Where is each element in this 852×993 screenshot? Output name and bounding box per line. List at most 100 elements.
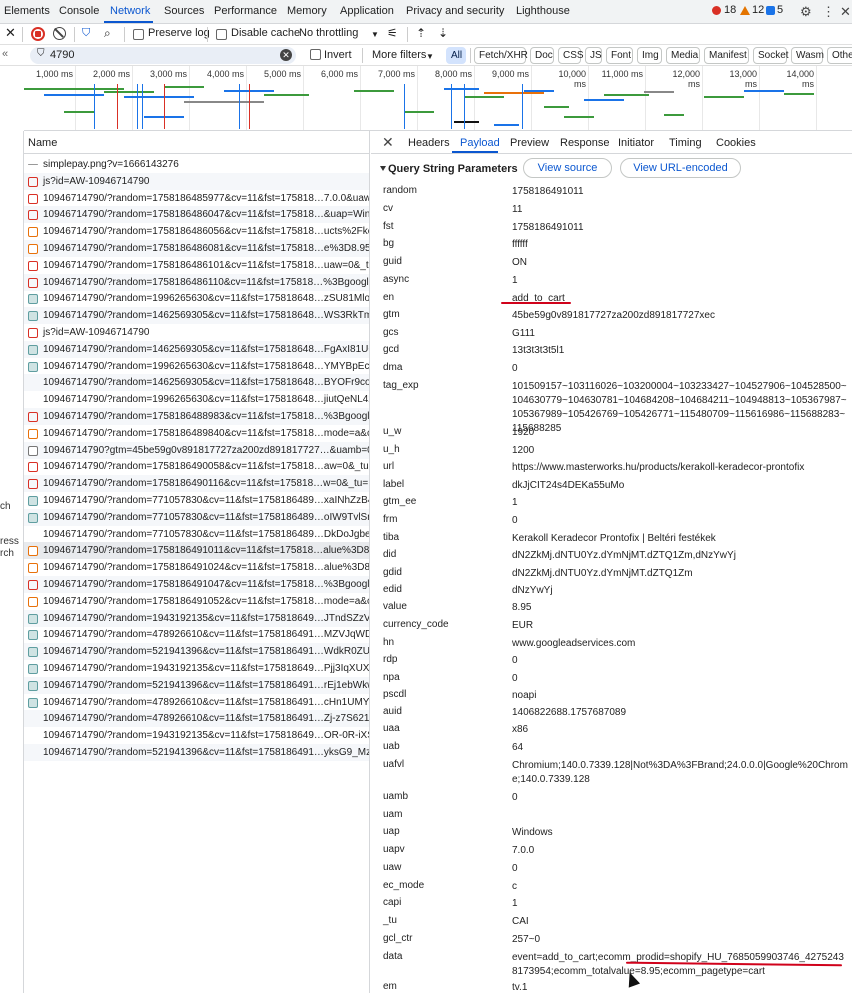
tab-privacy-security[interactable]: Privacy and security [406,5,504,17]
request-name[interactable]: 10946714790/?random=478926610&cv=11&fst=… [43,629,369,640]
request-name[interactable]: 10946714790/?random=1996265630&cv=11&fst… [43,293,369,304]
tab-payload[interactable]: Payload [460,137,500,149]
request-row[interactable]: 10946714790/?random=521941396&cv=11&fst=… [24,643,369,661]
filter-chip-media[interactable]: Media [666,47,700,64]
request-row[interactable]: 10946714790/?random=1996265630&cv=11&fst… [24,358,369,375]
invert-checkbox[interactable] [310,49,321,60]
filter-chip-wasm[interactable]: Wasm [791,47,824,64]
request-name[interactable]: 10946714790/?random=1996265630&cv=11&fst… [43,394,369,405]
request-row[interactable]: 10946714790/?random=771057830&cv=11&fst=… [24,526,369,543]
close-devtools-icon[interactable]: ✕ [840,4,851,20]
request-row[interactable]: 10946714790/?random=771057830&cv=11&fst=… [24,492,369,509]
filter-chip-js[interactable]: JS [585,47,602,64]
tab-headers[interactable]: Headers [408,137,450,149]
request-name[interactable]: 10946714790/?random=1996265630&cv=11&fst… [43,361,369,372]
clear-filter-icon[interactable]: ✕ [280,49,292,61]
request-row[interactable]: 10946714790/?random=1758186491052&cv=11&… [24,593,369,610]
request-row[interactable]: 10946714790/?random=1758186490058&cv=11&… [24,458,369,475]
chevron-down-icon[interactable]: ▼ [426,52,434,61]
close-detail-icon[interactable]: ✕ [382,134,394,151]
error-count[interactable]: 18 [724,4,736,16]
tab-cookies[interactable]: Cookies [716,137,756,149]
more-options-icon[interactable]: ⋮ [822,4,835,20]
request-row[interactable]: 10946714790/?random=1943192135&cv=11&fst… [24,660,369,677]
filter-chip-socket[interactable]: Socket [753,47,789,64]
request-name[interactable]: 10946714790/?random=521941396&cv=11&fst=… [43,747,369,758]
request-name[interactable]: 10946714790/?random=771057830&cv=11&fst=… [43,512,369,523]
warning-icon[interactable] [740,6,750,15]
request-name[interactable]: 10946714790/?random=1758186490116&cv=11&… [43,478,369,489]
info-count[interactable]: 5 [777,4,783,16]
invert-label[interactable]: Invert [324,49,352,61]
tab-initiator[interactable]: Initiator [618,137,654,149]
request-name[interactable]: 10946714790/?random=1758186486047&cv=11&… [43,209,369,220]
filter-chip-all[interactable]: All [446,47,466,64]
filter-chip-fetch-xhr[interactable]: Fetch/XHR [474,47,528,64]
column-name-header[interactable]: Name [28,137,57,149]
request-name[interactable]: 10946714790/?random=771057830&cv=11&fst=… [43,529,369,540]
view-url-encoded-button[interactable]: View URL-encoded [620,158,741,178]
request-name[interactable]: simplepay.png?v=1666143276 [43,159,179,170]
tab-preview[interactable]: Preview [510,137,549,149]
request-row[interactable]: 10946714790/?random=521941396&cv=11&fst=… [24,676,369,694]
filter-input-value[interactable]: 4790 [50,49,74,61]
request-name[interactable]: 10946714790/?random=1758186485977&cv=11&… [43,193,369,204]
request-row[interactable]: js?id=AW-10946714790 [24,324,369,341]
request-name[interactable]: 10946714790/?random=1758186491024&cv=11&… [43,562,369,573]
filter-chip-img[interactable]: Img [637,47,662,64]
filter-chip-doc[interactable]: Doc [530,47,554,64]
tab-sources[interactable]: Sources [164,5,204,17]
request-row[interactable]: 10946714790/?random=478926610&cv=11&fst=… [24,710,369,728]
request-name[interactable]: js?id=AW-10946714790 [43,327,149,338]
error-icon[interactable] [712,6,721,15]
request-name[interactable]: 10946714790/?random=1758186490058&cv=11&… [43,461,369,472]
request-name[interactable]: 10946714790/?random=1943192135&cv=11&fst… [43,730,369,741]
request-name[interactable]: 10946714790/?random=1758186491052&cv=11&… [43,596,369,607]
request-row[interactable]: 10946714790?gtm=45be59g0v891817727za200z… [24,441,369,459]
warning-count[interactable]: 12 [752,4,764,16]
request-name[interactable]: 10946714790/?random=1758186489840&cv=11&… [43,428,369,439]
filter-chip-font[interactable]: Font [606,47,633,64]
tab-console[interactable]: Console [59,5,99,17]
request-row[interactable]: 10946714790/?random=1996265630&cv=11&fst… [24,290,369,307]
request-row[interactable]: 10946714790/?random=1758186489840&cv=11&… [24,425,369,442]
request-row[interactable]: js?id=AW-10946714790 [24,172,369,190]
request-row[interactable]: 10946714790/?random=1462569305&cv=11&fst… [24,307,369,325]
request-row[interactable]: 10946714790/?random=1758186486081&cv=11&… [24,240,369,257]
request-row[interactable]: 10946714790/?random=1758186491024&cv=11&… [24,559,369,576]
request-name[interactable]: 10946714790?gtm=45be59g0v891817727za200z… [43,445,369,456]
tab-lighthouse[interactable]: Lighthouse [516,5,570,17]
filter-chip-manifest[interactable]: Manifest [704,47,749,64]
request-name[interactable]: 10946714790/?random=1758186491047&cv=11&… [43,579,369,590]
request-row[interactable]: 10946714790/?random=1758186490116&cv=11&… [24,475,369,493]
settings-gear-icon[interactable]: ⚙ [800,4,812,20]
request-name[interactable]: 10946714790/?random=1758186486110&cv=11&… [43,277,369,288]
request-row[interactable]: 10946714790/?random=1758186488983&cv=11&… [24,408,369,425]
request-row[interactable]: 10946714790/?random=1758186491047&cv=11&… [24,576,369,593]
request-name[interactable]: 10946714790/?random=1943192135&cv=11&fst… [43,663,369,674]
chevron-down-icon[interactable]: ▼ [371,30,379,39]
throttling-select[interactable]: No throttling [299,27,358,39]
request-name[interactable]: 10946714790/?random=521941396&cv=11&fst=… [43,646,369,657]
request-name[interactable]: 10946714790/?random=478926610&cv=11&fst=… [43,713,369,724]
preserve-log-checkbox[interactable] [133,29,144,40]
request-name[interactable]: 10946714790/?random=1462569305&cv=11&fst… [43,344,369,355]
filter-icon[interactable]: ⛉ [82,27,90,40]
query-string-section-title[interactable]: Query String Parameters [388,163,518,175]
request-row[interactable]: 10946714790/?random=1996265630&cv=11&fst… [24,391,369,408]
network-timeline-overview[interactable]: 1,000 ms 2,000 ms 3,000 ms 4,000 ms 5,000 ms… [24,66,852,131]
request-row[interactable]: 10946714790/?random=1462569305&cv=11&fst… [24,340,369,358]
request-row[interactable]: 10946714790/?random=1758186491011&cv=11&… [24,542,369,560]
request-row[interactable]: 10946714790/?random=1943192135&cv=11&fst… [24,609,369,627]
filter-chip-other[interactable]: Othe [827,47,852,64]
request-row[interactable]: 10946714790/?random=1462569305&cv=11&fst… [24,374,369,392]
tab-timing[interactable]: Timing [669,137,702,149]
info-icon[interactable] [766,6,775,15]
request-row[interactable]: 10946714790/?random=771057830&cv=11&fst=… [24,508,369,526]
request-name[interactable]: 10946714790/?random=1758186486081&cv=11&… [43,243,369,254]
request-name[interactable]: 10946714790/?random=1462569305&cv=11&fst… [43,377,369,388]
request-row[interactable]: 10946714790/?random=478926610&cv=11&fst=… [24,694,369,711]
request-name[interactable]: 10946714790/?random=1758186486056&cv=11&… [43,226,369,237]
request-row[interactable]: 10946714790/?random=1758186486047&cv=11&… [24,206,369,224]
tab-performance[interactable]: Performance [214,5,277,17]
